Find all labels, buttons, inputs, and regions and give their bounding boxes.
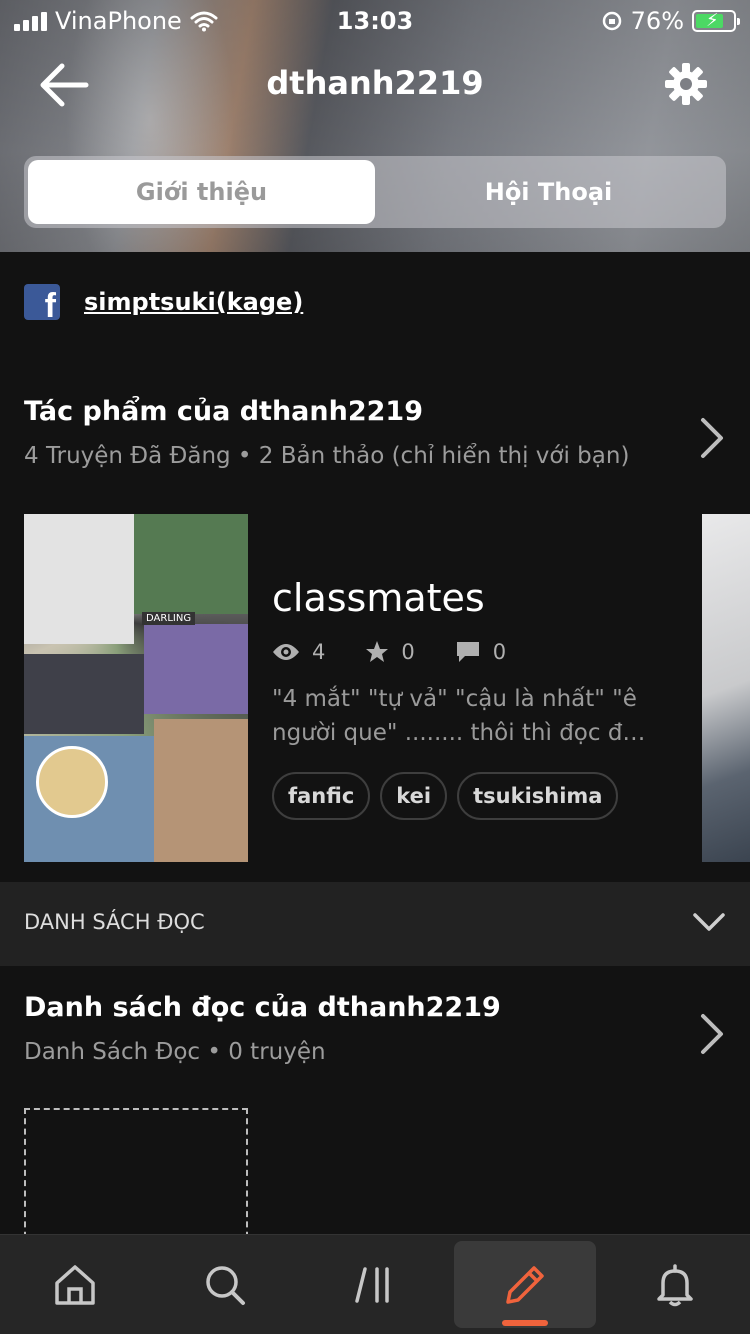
story-tags: fanfic kei tsukishima bbox=[272, 772, 662, 820]
chevron-down-icon[interactable] bbox=[692, 910, 726, 934]
gear-icon[interactable] bbox=[662, 60, 710, 108]
tab-about[interactable]: Giới thiệu bbox=[28, 160, 375, 224]
nav-library[interactable] bbox=[300, 1235, 450, 1334]
comment-icon bbox=[456, 642, 479, 662]
works-subtitle: 4 Truyện Đã Đăng • 2 Bản thảo (chỉ hiển … bbox=[24, 443, 630, 469]
facebook-icon: f bbox=[24, 284, 60, 320]
reading-list-section-bar[interactable]: DANH SÁCH ĐỌC bbox=[0, 882, 750, 966]
facebook-username-link[interactable]: simptsuki(kage) bbox=[84, 288, 303, 316]
story-cover-image[interactable]: DARLING bbox=[24, 514, 248, 862]
works-title: Tác phẩm của dthanh2219 bbox=[24, 396, 423, 427]
works-header[interactable]: Tác phẩm của dthanh2219 4 Truyện Đã Đăng… bbox=[24, 396, 726, 469]
reading-lists-title: Danh sách đọc của dthanh2219 bbox=[24, 992, 501, 1023]
chevron-right-icon[interactable] bbox=[698, 1012, 726, 1056]
nav-write[interactable] bbox=[454, 1241, 596, 1328]
next-story-cover-peek[interactable] bbox=[702, 514, 750, 862]
tag-chip[interactable]: tsukishima bbox=[457, 772, 619, 820]
facebook-row[interactable]: f simptsuki(kage) bbox=[24, 284, 303, 320]
nav-notifications[interactable] bbox=[600, 1235, 750, 1334]
battery-percent: 76% bbox=[630, 7, 684, 35]
story-stats: 4 0 0 bbox=[272, 640, 662, 664]
votes-count: 0 bbox=[401, 640, 415, 664]
views-count: 4 bbox=[312, 640, 326, 664]
write-icon bbox=[506, 1265, 544, 1304]
profile-header: VinaPhone 13:03 76% ⚡ dthanh2219 Giới th… bbox=[0, 0, 750, 252]
story-description: "4 mắt" "tự vả" "cậu là nhất" "ê người q… bbox=[272, 686, 646, 746]
rotation-lock-icon bbox=[602, 11, 621, 31]
bell-icon bbox=[657, 1263, 693, 1306]
story-title: classmates bbox=[272, 576, 485, 620]
eye-icon bbox=[273, 644, 299, 660]
section-label: DANH SÁCH ĐỌC bbox=[24, 910, 205, 934]
tab-conversations[interactable]: Hội Thoại bbox=[375, 160, 722, 224]
reading-lists-subtitle: Danh Sách Đọc • 0 truyện bbox=[24, 1039, 326, 1065]
nav-home[interactable] bbox=[0, 1235, 150, 1334]
chevron-right-icon[interactable] bbox=[698, 416, 726, 460]
status-bar: VinaPhone 13:03 76% ⚡ bbox=[0, 0, 750, 40]
comments-count: 0 bbox=[492, 640, 507, 664]
reading-lists-header[interactable]: Danh sách đọc của dthanh2219 Danh Sách Đ… bbox=[24, 992, 726, 1065]
library-icon bbox=[355, 1266, 389, 1303]
tag-chip[interactable]: fanfic bbox=[272, 772, 371, 820]
empty-reading-list-placeholder[interactable] bbox=[24, 1108, 248, 1248]
search-icon bbox=[206, 1265, 245, 1305]
bottom-nav bbox=[0, 1234, 750, 1334]
star-icon bbox=[366, 641, 389, 662]
profile-tabs: Giới thiệu Hội Thoại bbox=[24, 156, 726, 228]
tag-chip[interactable]: kei bbox=[380, 772, 448, 820]
home-icon bbox=[55, 1264, 95, 1305]
cover-text: DARLING bbox=[142, 612, 196, 625]
back-arrow-icon[interactable] bbox=[38, 62, 90, 108]
page-title: dthanh2219 bbox=[266, 64, 484, 102]
battery-icon: ⚡ bbox=[692, 10, 740, 32]
nav-search[interactable] bbox=[150, 1235, 300, 1334]
story-card[interactable]: classmates 4 0 0 "4 mắt" "tự vả" "cậu là… bbox=[272, 576, 662, 820]
